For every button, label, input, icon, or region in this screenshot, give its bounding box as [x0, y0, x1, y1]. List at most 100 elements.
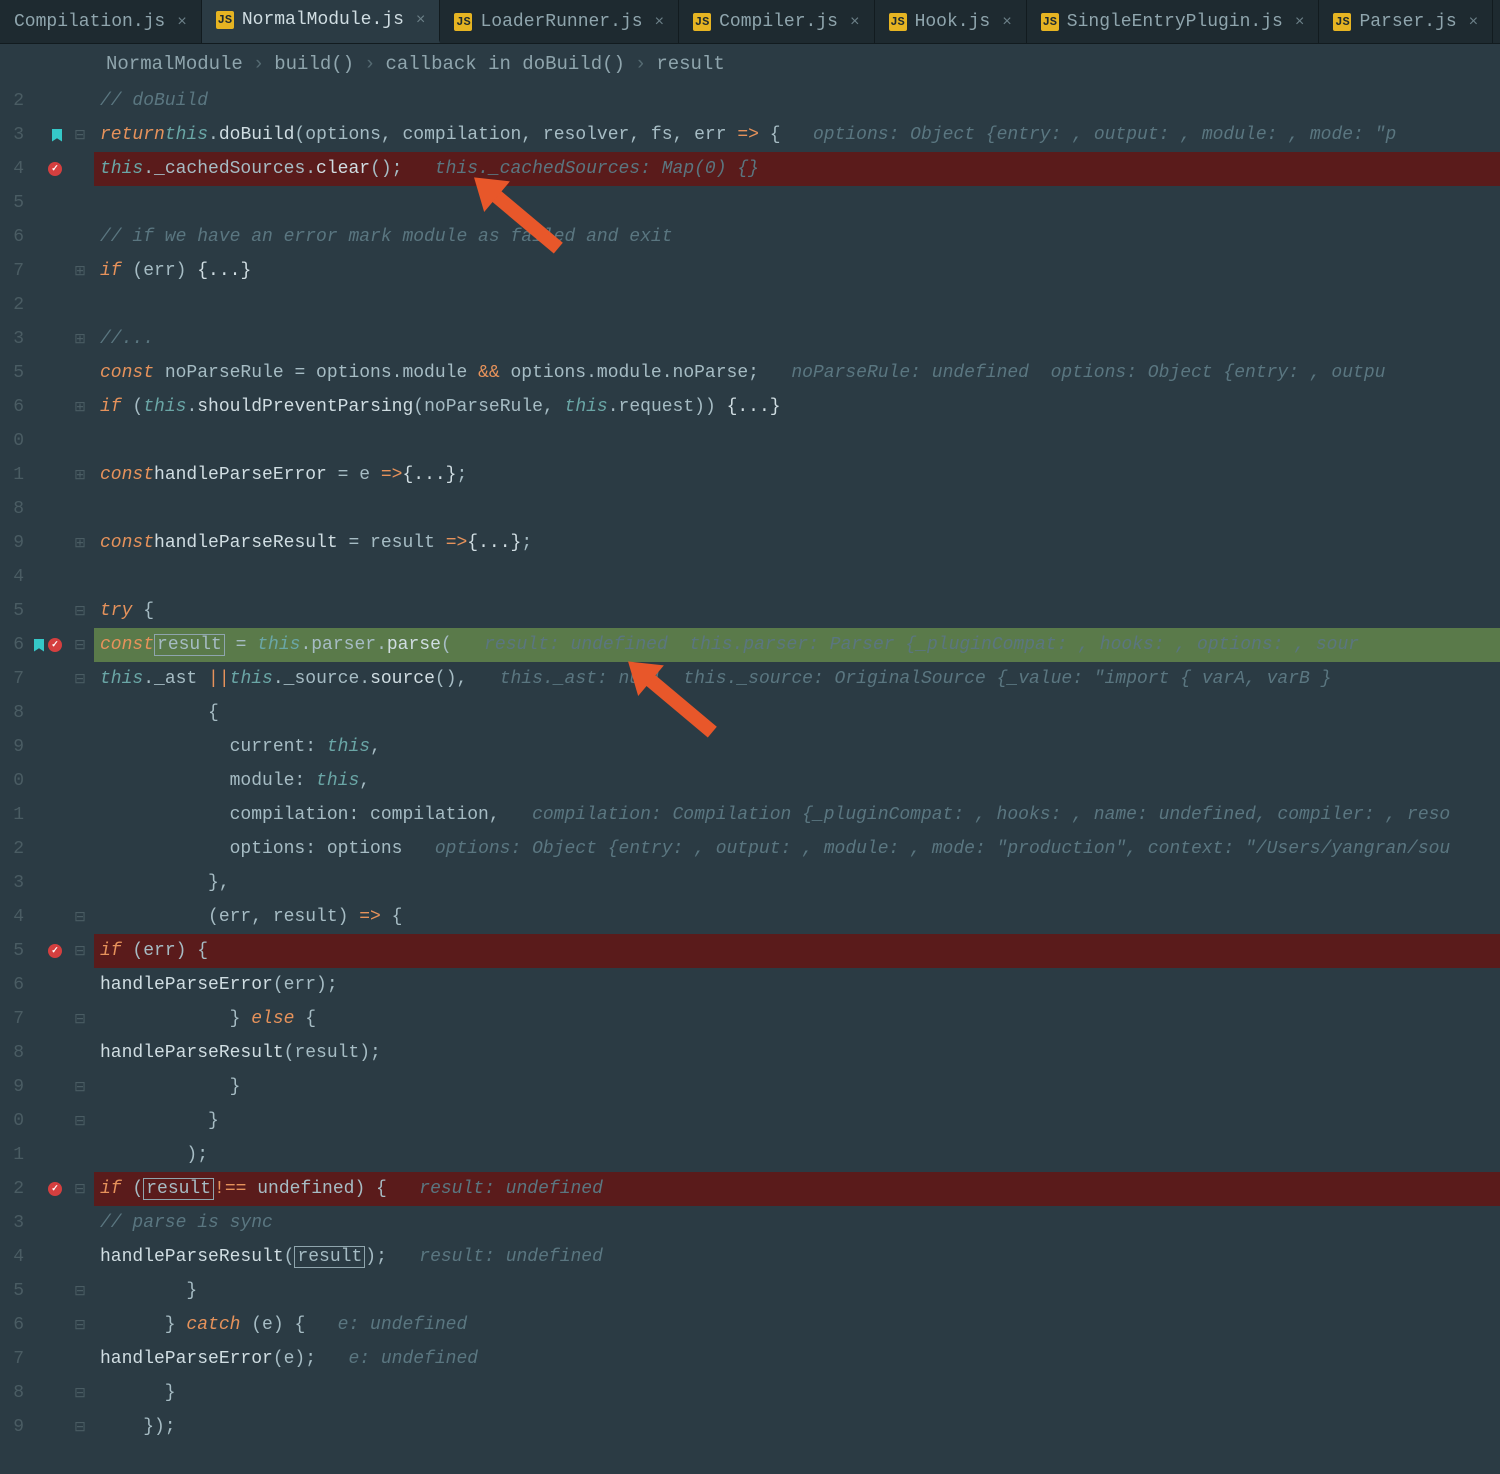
code-line[interactable]: }	[94, 1376, 1500, 1410]
code-line[interactable]: if (err) {...}	[94, 254, 1500, 288]
code-line[interactable]: {	[94, 696, 1500, 730]
code-line[interactable]: const handleParseError = e => {...};	[94, 458, 1500, 492]
fold-toggle[interactable]: ⊟	[66, 671, 94, 688]
code-line[interactable]: const result = this.parser.parse( result…	[94, 628, 1500, 662]
code-line[interactable]: options: options options: Object {entry:…	[94, 832, 1500, 866]
close-icon[interactable]: ×	[850, 13, 860, 31]
code-line[interactable]: handleParseError(err);	[94, 968, 1500, 1002]
fold-toggle[interactable]: ⊞	[66, 331, 94, 348]
close-icon[interactable]: ×	[177, 13, 187, 31]
gutter-marks[interactable]	[26, 162, 66, 176]
tab-loaderrunner-js[interactable]: JSLoaderRunner.js×	[440, 0, 679, 43]
breadcrumb-item[interactable]: callback in doBuild()	[385, 53, 624, 75]
line-number: 4	[0, 567, 26, 587]
fold-toggle[interactable]: ⊟	[66, 1011, 94, 1028]
gutter-marks[interactable]	[26, 1182, 66, 1196]
fold-toggle[interactable]: ⊟	[66, 1317, 94, 1334]
code-line[interactable]: });	[94, 1410, 1500, 1444]
code-line[interactable]: handleParseResult(result); result: undef…	[94, 1240, 1500, 1274]
close-icon[interactable]: ×	[416, 11, 426, 29]
fold-toggle[interactable]: ⊟	[66, 1113, 94, 1130]
breakpoint-icon[interactable]	[48, 1182, 62, 1196]
close-icon[interactable]: ×	[1295, 13, 1305, 31]
fold-toggle[interactable]: ⊟	[66, 909, 94, 926]
code-line[interactable]	[94, 186, 1500, 220]
fold-toggle[interactable]: ⊟	[66, 1283, 94, 1300]
code-line[interactable]: try {	[94, 594, 1500, 628]
breakpoint-icon[interactable]	[48, 638, 62, 652]
code-line[interactable]: }	[94, 1070, 1500, 1104]
code-line[interactable]: handleParseError(e); e: undefined	[94, 1342, 1500, 1376]
tab-compiler-js[interactable]: JSCompiler.js×	[679, 0, 874, 43]
close-icon[interactable]: ×	[1002, 13, 1012, 31]
tab-sen[interactable]: JSSen×	[1493, 0, 1500, 43]
fold-toggle[interactable]: ⊟	[66, 603, 94, 620]
tab-label: Hook.js	[915, 12, 991, 32]
code-line[interactable]: if (err) {	[94, 934, 1500, 968]
gutter-marks[interactable]	[26, 944, 66, 958]
fold-toggle[interactable]: ⊟	[66, 1385, 94, 1402]
tab-normalmodule-js[interactable]: JSNormalModule.js×	[202, 0, 441, 43]
fold-toggle[interactable]: ⊟	[66, 637, 94, 654]
code-line[interactable]: }	[94, 1104, 1500, 1138]
breadcrumb-item[interactable]: result	[656, 53, 724, 75]
code-line[interactable]: (err, result) => {	[94, 900, 1500, 934]
tab-parser-js[interactable]: JSParser.js×	[1319, 0, 1493, 43]
breadcrumb-item[interactable]: build()	[274, 53, 354, 75]
breadcrumb-item[interactable]: NormalModule	[106, 53, 243, 75]
code-line[interactable]: return this.doBuild(options, compilation…	[94, 118, 1500, 152]
close-icon[interactable]: ×	[655, 13, 665, 31]
code-line[interactable]: const handleParseResult = result => {...…	[94, 526, 1500, 560]
fold-toggle[interactable]: ⊞	[66, 535, 94, 552]
code-line[interactable]: // if we have an error mark module as fa…	[94, 220, 1500, 254]
tab-hook-js[interactable]: JSHook.js×	[875, 0, 1027, 43]
fold-toggle[interactable]: ⊟	[66, 1079, 94, 1096]
gutter-marks[interactable]	[26, 638, 66, 652]
code-line[interactable]: } else {	[94, 1002, 1500, 1036]
fold-toggle[interactable]: ⊞	[66, 263, 94, 280]
code-line[interactable]: } catch (e) { e: undefined	[94, 1308, 1500, 1342]
code-line[interactable]: // doBuild	[94, 84, 1500, 118]
code-line[interactable]	[94, 424, 1500, 458]
breakpoint-icon[interactable]	[48, 162, 62, 176]
gutter-marks[interactable]	[26, 129, 66, 142]
fold-toggle[interactable]: ⊟	[66, 943, 94, 960]
code-line[interactable]: if (result !== undefined) { result: unde…	[94, 1172, 1500, 1206]
code-line[interactable]: // parse is sync	[94, 1206, 1500, 1240]
fold-toggle[interactable]: ⊟	[66, 1181, 94, 1198]
code-line[interactable]: module: this,	[94, 764, 1500, 798]
code-line[interactable]: if (this.shouldPreventParsing(noParseRul…	[94, 390, 1500, 424]
code-line[interactable]: this._cachedSources.clear(); this._cache…	[94, 152, 1500, 186]
code-line[interactable]	[94, 560, 1500, 594]
line-number: 0	[0, 771, 26, 791]
code-line[interactable]: const noParseRule = options.module && op…	[94, 356, 1500, 390]
tab-singleentryplugin-js[interactable]: JSSingleEntryPlugin.js×	[1027, 0, 1320, 43]
line-number: 6	[0, 975, 26, 995]
code-line[interactable]: );	[94, 1138, 1500, 1172]
bookmark-icon[interactable]	[34, 639, 44, 652]
code-line[interactable]: //...	[94, 322, 1500, 356]
code-line[interactable]	[94, 288, 1500, 322]
code-area[interactable]: // doBuild return this.doBuild(options, …	[94, 84, 1500, 1474]
line-number: 8	[0, 703, 26, 723]
line-number: 3	[0, 1213, 26, 1233]
fold-toggle[interactable]: ⊟	[66, 127, 94, 144]
code-line[interactable]: handleParseResult(result);	[94, 1036, 1500, 1070]
code-line[interactable]: }	[94, 1274, 1500, 1308]
code-editor[interactable]: 23⊟4567⊞23⊞56⊞01⊞89⊞45⊟6⊟7⊟8901234⊟5⊟67⊟…	[0, 84, 1500, 1474]
code-line[interactable]: current: this,	[94, 730, 1500, 764]
code-line[interactable]: compilation: compilation, compilation: C…	[94, 798, 1500, 832]
code-line[interactable]: },	[94, 866, 1500, 900]
code-line[interactable]	[94, 492, 1500, 526]
tab-label: Compiler.js	[719, 12, 838, 32]
line-number: 6	[0, 635, 26, 655]
code-line[interactable]: this._ast || this._source.source(), this…	[94, 662, 1500, 696]
fold-toggle[interactable]: ⊞	[66, 467, 94, 484]
bookmark-icon[interactable]	[52, 129, 62, 142]
fold-toggle[interactable]: ⊟	[66, 1419, 94, 1436]
tab-label: Parser.js	[1359, 12, 1456, 32]
fold-toggle[interactable]: ⊞	[66, 399, 94, 416]
close-icon[interactable]: ×	[1469, 13, 1479, 31]
tab-compilation-js[interactable]: Compilation.js×	[0, 0, 202, 43]
breakpoint-icon[interactable]	[48, 944, 62, 958]
